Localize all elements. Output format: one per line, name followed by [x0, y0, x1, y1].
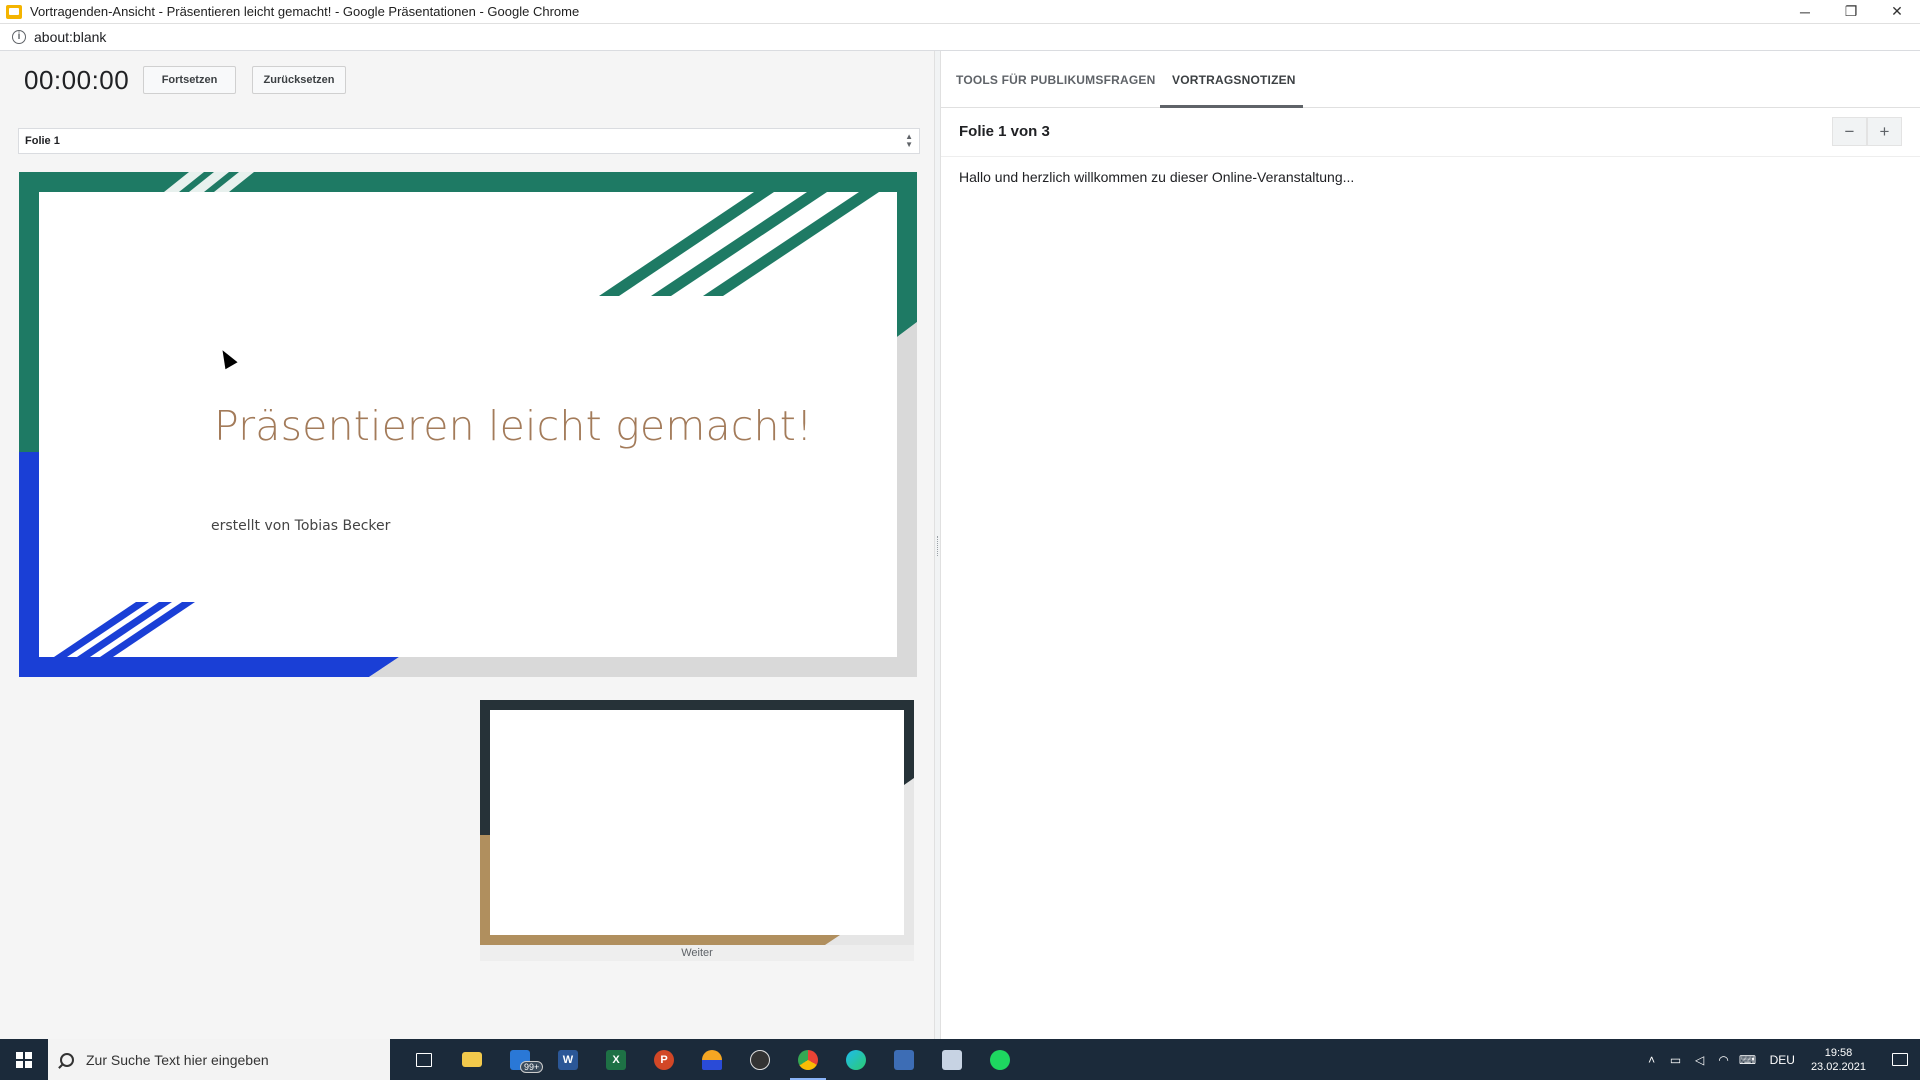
folder-icon — [462, 1052, 482, 1067]
slide-counter: Folie 1 von 3 — [959, 123, 1050, 140]
windows-taskbar: Zur Suche Text hier eingeben 99+ W X P ˄… — [0, 1039, 1920, 1080]
spotify-icon — [990, 1049, 1010, 1070]
taskbar-spotify[interactable] — [976, 1039, 1024, 1080]
minimize-button[interactable]: ─ — [1782, 0, 1828, 24]
address-bar[interactable]: i about:blank — [0, 24, 1920, 51]
taskbar-app-dome[interactable] — [688, 1039, 736, 1080]
edge-icon — [846, 1049, 866, 1070]
info-icon[interactable]: i — [12, 30, 26, 44]
excel-icon: X — [606, 1049, 626, 1070]
keyboard-icon[interactable]: ⌨ — [1736, 1053, 1760, 1067]
meet-now-icon[interactable]: ▭ — [1664, 1053, 1688, 1067]
volume-icon[interactable]: ◁ — [1688, 1053, 1712, 1067]
windows-logo-icon — [16, 1051, 32, 1068]
slide-title: Präsentieren leicht gemacht! — [214, 402, 813, 450]
task-view-button[interactable] — [400, 1039, 448, 1080]
restore-button[interactable]: ❐ — [1828, 0, 1874, 24]
mail-badge: 99+ — [520, 1061, 544, 1073]
taskbar-app-tool[interactable] — [880, 1039, 928, 1080]
taskbar-mail[interactable]: 99+ — [496, 1039, 544, 1080]
taskbar-file-explorer[interactable] — [448, 1039, 496, 1080]
wifi-icon[interactable]: ◠ — [1712, 1053, 1736, 1067]
notification-icon — [1892, 1053, 1908, 1066]
slide-select-value: Folie 1 — [25, 135, 60, 147]
presenter-left-pane: 00:00:00 Fortsetzen Zurücksetzen Folie 1… — [0, 51, 934, 1039]
start-button[interactable] — [0, 1039, 48, 1080]
next-slide-preview[interactable] — [480, 700, 914, 945]
taskbar-edge[interactable] — [832, 1039, 880, 1080]
pane-divider[interactable] — [934, 51, 941, 1039]
clock-time: 19:58 — [1824, 1046, 1853, 1059]
system-tray: ˄ ▭ ◁ ◠ ⌨ DEU 19:58 23.02.2021 — [1640, 1039, 1920, 1080]
taskbar-obs[interactable] — [736, 1039, 784, 1080]
next-slide-graphic — [480, 700, 914, 945]
document-app-icon — [942, 1049, 962, 1070]
close-button[interactable]: ✕ — [1874, 0, 1920, 24]
taskbar-chrome[interactable] — [784, 1039, 832, 1080]
powerpoint-icon: P — [654, 1049, 674, 1070]
taskbar-clock[interactable]: 19:58 23.02.2021 — [1811, 1046, 1866, 1074]
tool-app-icon — [894, 1049, 914, 1070]
slide-select[interactable]: Folie 1 ▲ ▼ — [18, 128, 920, 154]
current-slide-preview: Präsentieren leicht gemacht! erstellt vo… — [19, 172, 917, 677]
zoom-in-button[interactable]: + — [1867, 117, 1902, 146]
tab-speaker-notes[interactable]: VORTRAGSNOTIZEN — [1172, 73, 1296, 87]
continue-button[interactable]: Fortsetzen — [143, 66, 236, 94]
taskbar-app-doc[interactable] — [928, 1039, 976, 1080]
tab-audience-tools[interactable]: TOOLS FÜR PUBLIKUMSFRAGEN — [956, 73, 1155, 87]
obs-icon — [750, 1049, 770, 1070]
url-text[interactable]: about:blank — [34, 29, 106, 45]
presentation-timer: 00:00:00 — [24, 65, 130, 95]
taskbar-search[interactable]: Zur Suche Text hier eingeben — [48, 1039, 390, 1080]
window-title: Vortragenden-Ansicht - Präsentieren leic… — [30, 4, 580, 19]
notes-header: Folie 1 von 3 − + — [941, 108, 1920, 157]
clock-date: 23.02.2021 — [1810, 1060, 1866, 1073]
notification-center-button[interactable] — [1880, 1039, 1920, 1080]
chevron-up-icon[interactable]: ˄ — [1640, 1053, 1664, 1067]
presenter-right-pane: TOOLS FÜR PUBLIKUMSFRAGEN VORTRAGSNOTIZE… — [941, 51, 1920, 1039]
word-icon: W — [558, 1049, 578, 1070]
resize-grip-icon — [937, 536, 938, 556]
next-slide-label: Weiter — [480, 945, 914, 961]
slide-subtitle: erstellt von Tobias Becker — [211, 518, 391, 534]
search-icon — [60, 1052, 74, 1067]
tab-bar: TOOLS FÜR PUBLIKUMSFRAGEN VORTRAGSNOTIZE… — [941, 51, 1920, 108]
speaker-notes-text[interactable]: Hallo und herzlich willkommen zu dieser … — [959, 169, 1354, 185]
reset-button[interactable]: Zurücksetzen — [252, 66, 346, 94]
language-indicator[interactable]: DEU — [1770, 1053, 1795, 1067]
zoom-out-button[interactable]: − — [1832, 117, 1867, 146]
taskbar-word[interactable]: W — [544, 1039, 592, 1080]
taskbar-powerpoint[interactable]: P — [640, 1039, 688, 1080]
task-view-icon — [416, 1052, 432, 1067]
window-titlebar: Vortragenden-Ansicht - Präsentieren leic… — [0, 0, 1920, 24]
dome-app-icon — [702, 1049, 722, 1070]
search-placeholder: Zur Suche Text hier eingeben — [86, 1051, 269, 1068]
chrome-icon — [798, 1049, 818, 1070]
select-arrows-icon: ▲ ▼ — [905, 132, 913, 149]
slides-app-icon — [6, 4, 22, 19]
taskbar-excel[interactable]: X — [592, 1039, 640, 1080]
